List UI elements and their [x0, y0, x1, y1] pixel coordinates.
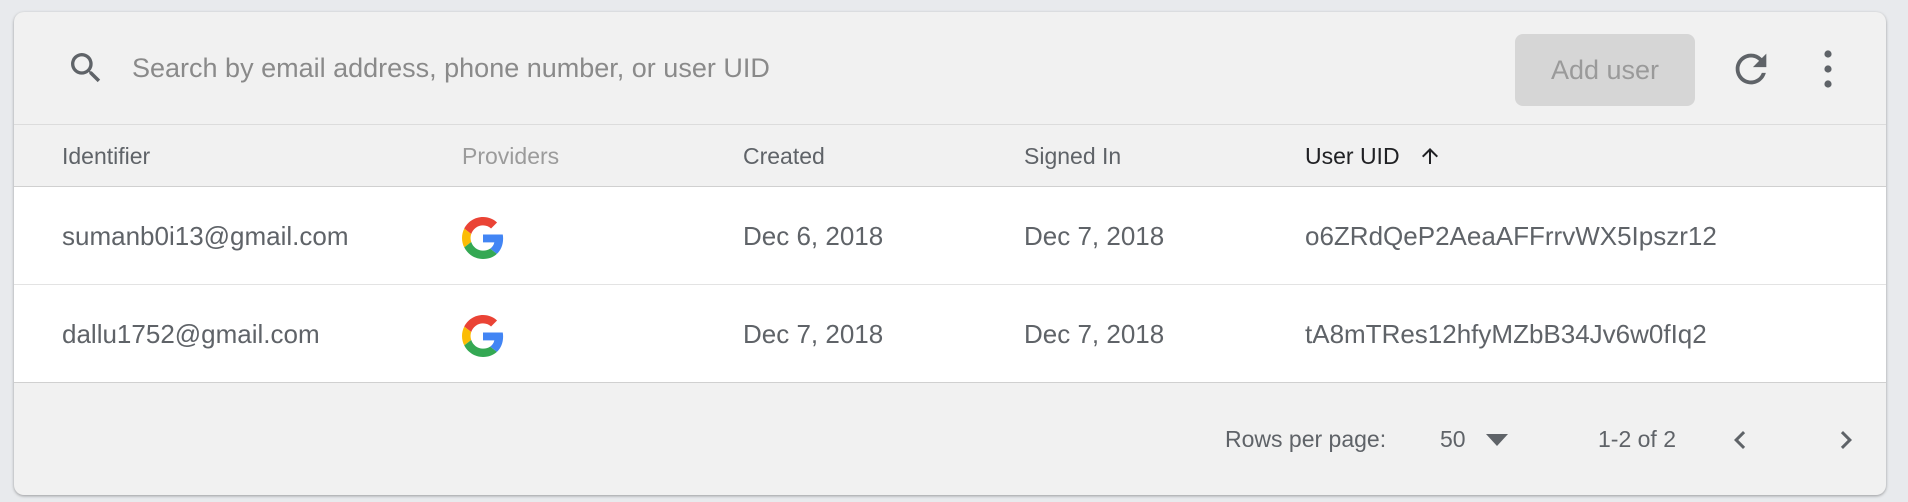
column-header-providers: Providers [462, 125, 559, 187]
cell-user-uid: o6ZRdQeP2AeaAFFrrvWX5Ipszr12 [1305, 221, 1717, 251]
rows-per-page-value: 50 [1440, 426, 1466, 452]
column-header-identifier[interactable]: Identifier [62, 125, 150, 187]
search-input[interactable] [132, 40, 1132, 96]
add-user-button[interactable]: Add user [1515, 34, 1695, 106]
chevron-left-icon[interactable] [1722, 422, 1758, 458]
column-header-label: Identifier [62, 143, 151, 169]
arrow-up-icon [1421, 147, 1438, 164]
users-table-card: Add user Identifier Providers Created Si… [14, 12, 1886, 495]
toolbar: Add user [14, 12, 1886, 124]
pagination-range: 1-2 of 2 [1598, 426, 1676, 452]
cell-identifier: dallu1752@gmail.com [62, 319, 320, 349]
chevron-down-icon [1486, 434, 1508, 446]
rows-per-page-select[interactable]: 50 [1426, 384, 1516, 495]
google-icon [462, 315, 504, 357]
column-header-label: User UID [1305, 143, 1400, 169]
cell-user-uid: tA8mTRes12hfyMZbB34Jv6w0fIq2 [1305, 319, 1707, 349]
more-vert-icon[interactable] [1810, 46, 1846, 92]
table-row[interactable]: sumanb0i13@gmail.com Dec 6, 2018 Dec 7, … [14, 187, 1886, 285]
cell-signed-in: Dec 7, 2018 [1024, 319, 1165, 349]
search-icon [71, 53, 101, 83]
cell-created: Dec 6, 2018 [743, 221, 884, 251]
google-icon [462, 217, 504, 259]
chevron-right-icon[interactable] [1828, 422, 1864, 458]
cell-created: Dec 7, 2018 [743, 319, 884, 349]
column-header-label: Created [743, 143, 825, 169]
column-header-user-uid[interactable]: User UID [1305, 125, 1442, 187]
table-row[interactable]: dallu1752@gmail.com Dec 7, 2018 Dec 7, 2… [14, 285, 1886, 383]
column-header-created[interactable]: Created [743, 125, 825, 187]
rows-per-page-label: Rows per page: [1225, 426, 1387, 452]
cell-identifier: sumanb0i13@gmail.com [62, 221, 349, 251]
pagination-bar: Rows per page: 50 1-2 of 2 [14, 384, 1886, 495]
refresh-icon[interactable] [1728, 46, 1774, 92]
column-header-signed-in[interactable]: Signed In [1024, 125, 1121, 187]
cell-signed-in: Dec 7, 2018 [1024, 221, 1165, 251]
column-header-label: Signed In [1024, 143, 1122, 169]
column-header-label: Providers [462, 143, 560, 169]
table-body: sumanb0i13@gmail.com Dec 6, 2018 Dec 7, … [14, 187, 1886, 383]
table-header: Identifier Providers Created Signed In U… [14, 124, 1886, 187]
